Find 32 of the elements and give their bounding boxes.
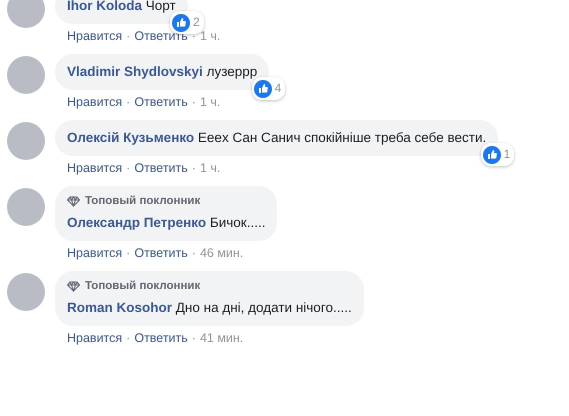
action-link[interactable]: Нравится <box>67 95 122 109</box>
action-link[interactable]: Нравится <box>67 29 122 43</box>
separator-dot: · <box>192 246 196 260</box>
separator-dot: · <box>126 95 130 109</box>
separator-dot: · <box>192 161 196 175</box>
thumbs-up-icon <box>254 80 272 98</box>
avatar-placeholder <box>7 188 45 226</box>
action-link[interactable]: Нравится <box>67 246 122 260</box>
separator-dot: · <box>192 331 196 345</box>
avatar-placeholder <box>7 273 45 311</box>
separator-dot: · <box>126 246 130 260</box>
badge-label: Топовый поклонник <box>85 194 200 209</box>
comment-text: Олександр Петренко Бичок..... <box>67 214 266 232</box>
action-link[interactable]: Нравится <box>67 161 122 175</box>
action-link[interactable]: Ответить <box>134 95 188 109</box>
separator-dot: · <box>126 161 130 175</box>
badge-label: Топовый поклонник <box>85 279 200 294</box>
thumbs-up-icon <box>172 14 190 32</box>
action-link[interactable]: Ответить <box>134 331 188 345</box>
separator-dot: · <box>192 95 196 109</box>
comment-text: Roman Kosohor Дно на дні, додати нічого..... <box>67 299 352 317</box>
action-link[interactable]: Ответить <box>134 161 188 175</box>
diamond-icon <box>67 281 80 292</box>
action-link[interactable]: Нравится <box>67 331 122 345</box>
thumbs-up-icon <box>482 146 501 164</box>
diamond-icon <box>67 196 80 207</box>
separator-dot: · <box>126 29 130 43</box>
avatar-placeholder <box>7 0 45 28</box>
avatar-placeholder <box>7 56 45 94</box>
separator-dot: · <box>126 331 130 345</box>
action-link[interactable]: Ответить <box>134 246 188 260</box>
avatar-placeholder <box>7 122 45 160</box>
